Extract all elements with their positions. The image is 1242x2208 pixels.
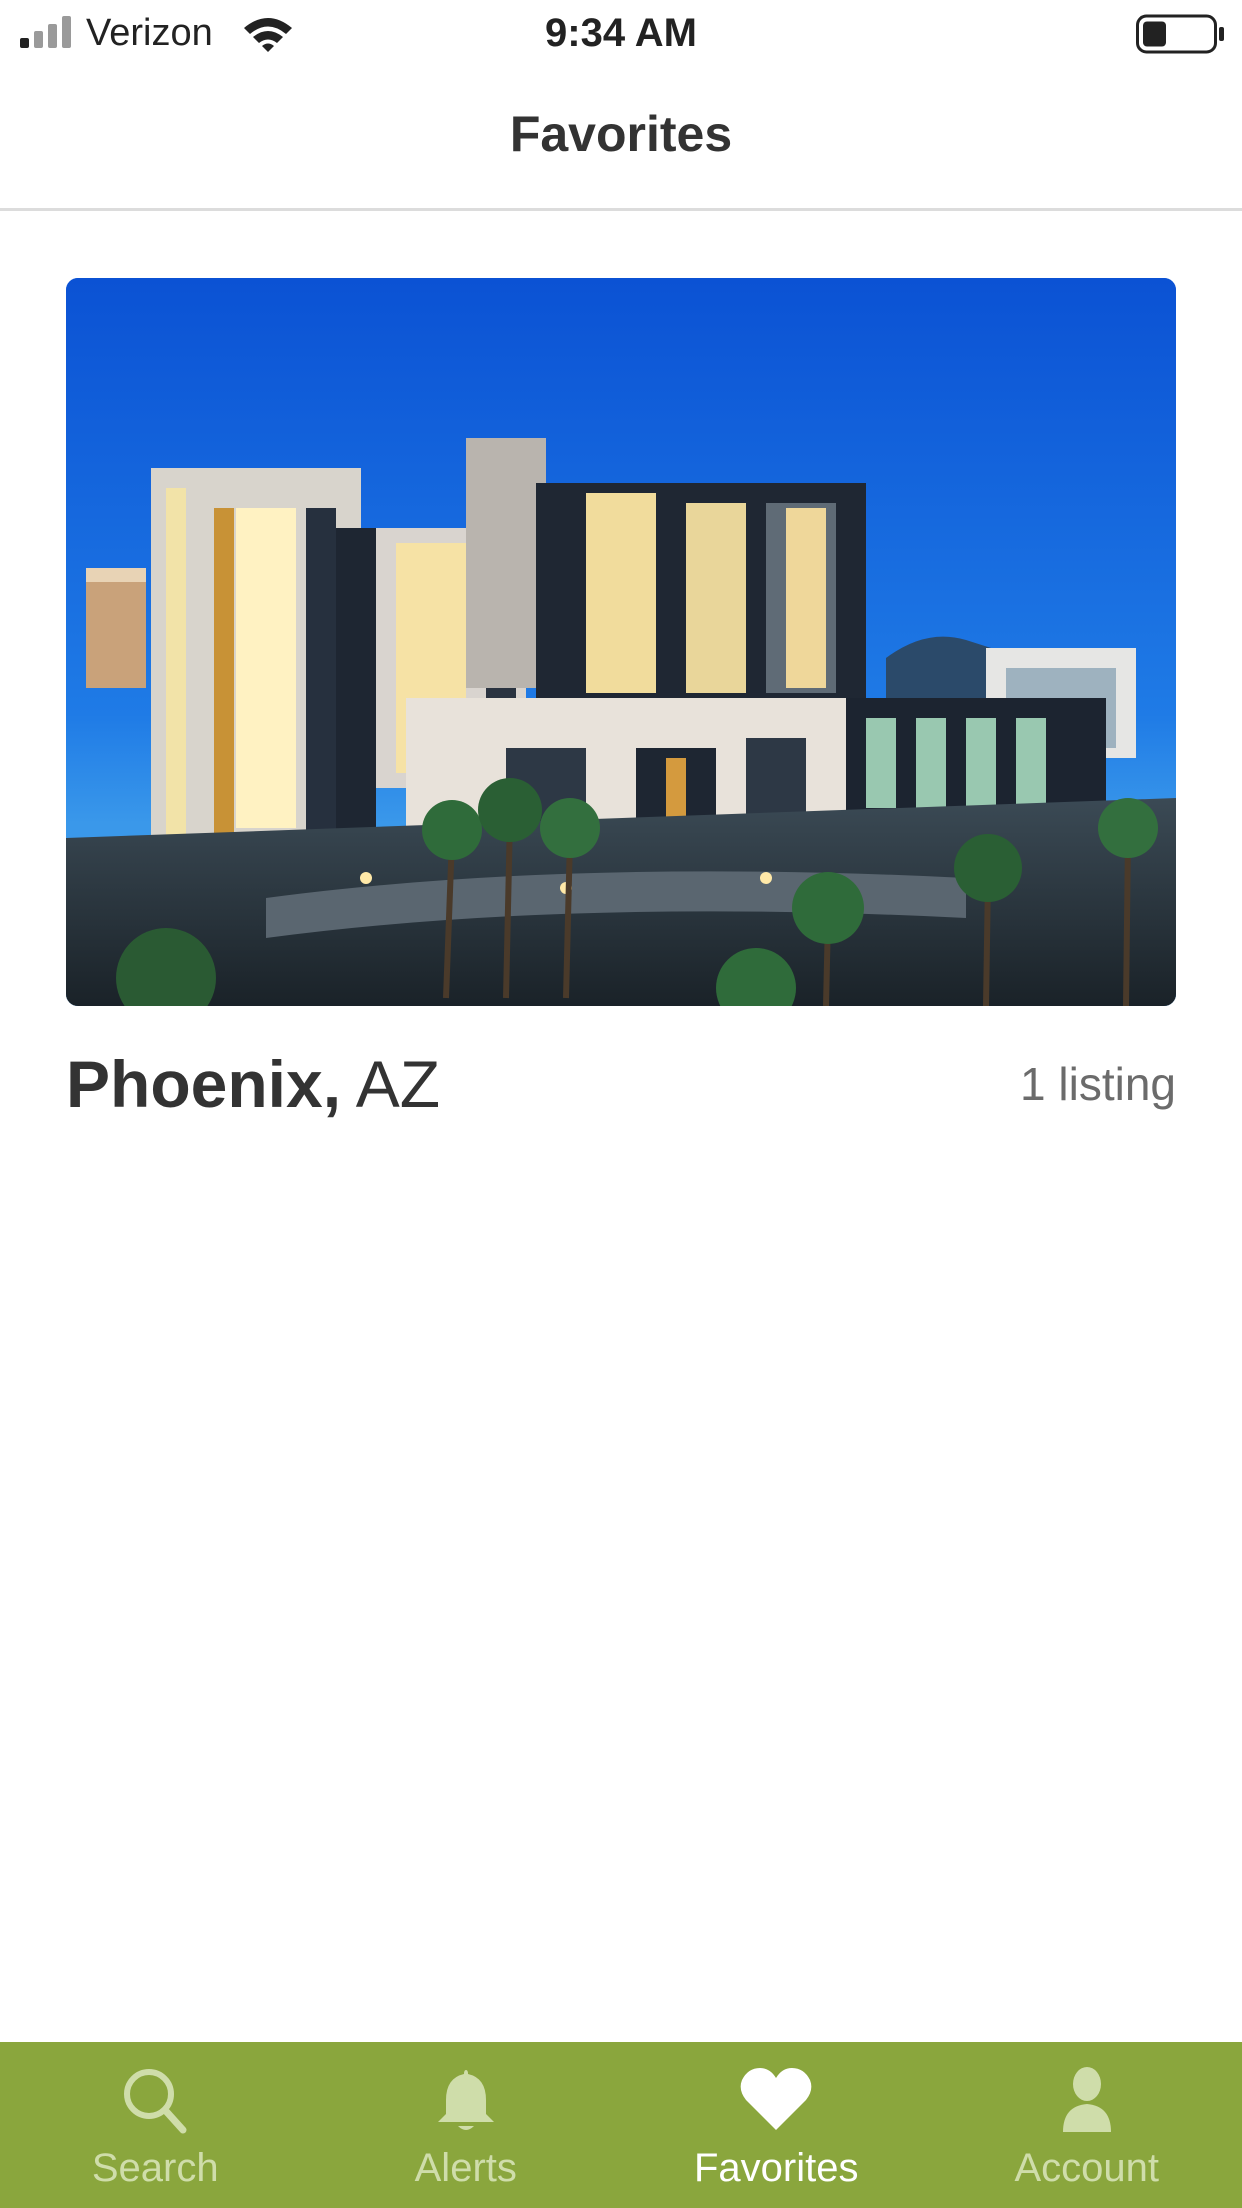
page-title: Favorites (509, 106, 733, 162)
status-time: 9:34 AM (545, 11, 697, 55)
user-icon (1062, 2067, 1111, 2132)
status-bar: Verizon 9:34 AM (0, 0, 1242, 66)
favorite-location: Phoenix, AZ (66, 1044, 440, 1124)
tab-label-alerts: Alerts (414, 2146, 517, 2190)
favorite-city: Phoenix, (66, 1047, 342, 1121)
navigation-bar: Favorites (0, 66, 1242, 211)
city-buildings-image (66, 278, 1176, 1006)
tab-label-favorites: Favorites (694, 2146, 859, 2190)
tab-search[interactable]: Search (0, 2042, 311, 2208)
tab-label-search: Search (91, 2146, 219, 2190)
battery-icon (1136, 14, 1224, 54)
favorite-card-phoenix[interactable]: Phoenix, AZ 1 listing (66, 278, 1176, 1138)
tab-label-account: Account (1014, 2146, 1160, 2190)
property-photo (66, 278, 1176, 1006)
favorite-card-footer: Phoenix, AZ 1 listing (66, 1044, 1176, 1124)
bell-icon (437, 2070, 494, 2130)
heart-icon (740, 2068, 812, 2130)
tab-alerts[interactable]: Alerts (311, 2042, 622, 2208)
favorite-state: AZ (355, 1047, 441, 1121)
tab-bar: Search Alerts Favorites Account (0, 2042, 1242, 2208)
tab-account[interactable]: Account (932, 2042, 1242, 2208)
listing-count: 1 listing (1020, 1058, 1176, 1110)
tab-favorites[interactable]: Favorites (621, 2042, 932, 2208)
search-icon (124, 2069, 187, 2134)
